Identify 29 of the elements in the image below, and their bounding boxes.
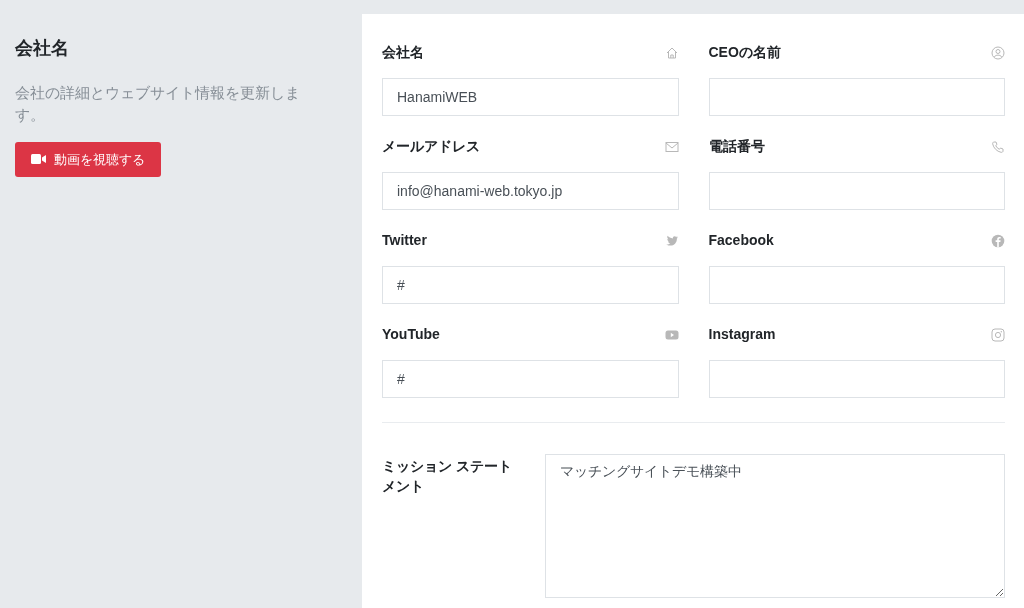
section-description: 会社の詳細とウェブサイト情報を更新します。 xyxy=(15,82,301,126)
phone-icon xyxy=(991,139,1005,154)
user-circle-icon xyxy=(991,45,1005,60)
input-field[interactable]: # xyxy=(382,266,679,304)
field-label: メールアドレス xyxy=(382,137,480,156)
field-label: 会社名 xyxy=(382,43,424,62)
field-label: ミッション ステートメント xyxy=(382,457,513,497)
watch-video-button[interactable]: 動画を視聴する xyxy=(15,141,161,178)
input-field[interactable] xyxy=(708,360,1005,398)
input-field[interactable]: HanamiWEB xyxy=(382,78,679,116)
input-field[interactable] xyxy=(708,266,1005,304)
input-field[interactable] xyxy=(708,78,1005,116)
field-label: Facebook xyxy=(708,231,774,250)
envelope-icon xyxy=(664,139,679,154)
bird-icon xyxy=(664,233,679,248)
field-label: 電話番号 xyxy=(708,137,765,156)
field-label: YouTube xyxy=(382,325,440,344)
input-field[interactable]: info@hanami-web.tokyo.jp xyxy=(382,172,679,210)
section-title: 会社名 xyxy=(15,38,70,60)
facebook-icon xyxy=(991,233,1005,248)
mission-textarea[interactable]: マッチングサイトデモ構築中 xyxy=(545,454,1005,598)
input-field[interactable] xyxy=(708,172,1005,210)
video-camera-icon xyxy=(31,154,46,165)
field-label: Instagram xyxy=(708,325,776,344)
house-icon xyxy=(664,45,679,60)
input-field[interactable]: # xyxy=(382,360,679,398)
camera-icon xyxy=(991,327,1005,342)
field-label: CEOの名前 xyxy=(708,43,781,62)
field-label: Twitter xyxy=(382,231,427,250)
